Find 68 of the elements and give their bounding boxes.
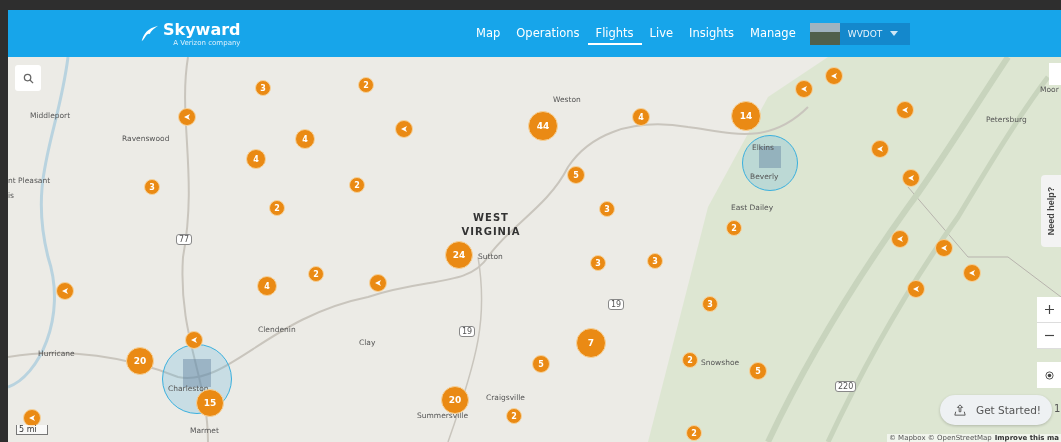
cluster-marker[interactable]: 44 [528, 111, 558, 141]
logo-wordmark: Skyward [163, 20, 241, 39]
cluster-marker[interactable]: 3 [255, 80, 271, 96]
search-icon [22, 72, 34, 84]
search-button[interactable] [15, 65, 41, 91]
nav-link[interactable]: Manage [742, 22, 804, 45]
road-shield: 19 [608, 299, 625, 310]
arrow-icon [27, 413, 37, 423]
nav-link[interactable]: Map [468, 22, 509, 45]
arrow-icon [399, 124, 409, 134]
account-thumbnail [809, 22, 840, 45]
target-icon [1044, 370, 1054, 380]
cluster-marker[interactable]: 24 [445, 241, 473, 269]
help-tab[interactable]: Need help? [1041, 175, 1061, 247]
drone-marker[interactable] [369, 274, 387, 292]
caret-icon [890, 31, 899, 36]
drone-marker[interactable] [23, 409, 41, 427]
cluster-marker[interactable]: 5 [532, 355, 550, 373]
selection-area[interactable] [742, 135, 798, 191]
cluster-marker[interactable]: 2 [308, 266, 324, 282]
nav-link[interactable]: Operations [508, 22, 588, 45]
account-dropdown[interactable]: WVDOT [809, 22, 910, 45]
cluster-marker[interactable]: 7 [576, 328, 606, 358]
cluster-marker[interactable]: 2 [506, 408, 522, 424]
arrow-icon [60, 286, 70, 296]
cluster-marker[interactable]: 2 [358, 77, 374, 93]
drone-marker[interactable] [178, 108, 196, 126]
get-started-button[interactable]: Get Started! [940, 395, 1052, 425]
drone-marker[interactable] [56, 282, 74, 300]
arrow-icon [799, 84, 809, 94]
cluster-marker[interactable]: 14 [731, 101, 761, 131]
arrow-icon [373, 278, 383, 288]
locate-button[interactable] [1037, 362, 1061, 388]
road-shield: 220 [835, 381, 857, 392]
cluster-marker[interactable]: 3 [647, 253, 663, 269]
nav-link[interactable]: Insights [681, 22, 743, 45]
arrow-icon [182, 112, 192, 122]
drone-marker[interactable] [395, 120, 413, 138]
arrow-icon [967, 268, 977, 278]
nav-link[interactable]: Live [641, 22, 682, 45]
arrow-icon [911, 284, 921, 294]
arrow-icon [939, 243, 949, 253]
count-text: 1 [1054, 403, 1061, 414]
cluster-marker[interactable]: 3 [590, 255, 606, 271]
drone-marker[interactable] [185, 331, 203, 349]
cluster-marker[interactable]: 3 [599, 201, 615, 217]
arrow-icon [900, 105, 910, 115]
cluster-marker[interactable]: 4 [246, 149, 266, 169]
cluster-marker[interactable]: 2 [349, 177, 365, 193]
arrow-icon [829, 71, 839, 81]
cluster-marker[interactable]: 3 [144, 179, 160, 195]
arrow-icon [875, 144, 885, 154]
arrow-icon [189, 335, 199, 345]
scale-bar: 5 mi [16, 425, 48, 435]
road-shield: 77 [176, 234, 193, 245]
arrow-icon [906, 173, 916, 183]
road-shield: 19 [459, 326, 476, 337]
nav-link[interactable]: Flights [587, 22, 642, 45]
cluster-marker[interactable]: 4 [295, 129, 315, 149]
state-label: WEST VIRGINIA [460, 211, 522, 239]
cluster-marker[interactable]: 5 [567, 166, 585, 184]
arrow-icon [895, 234, 905, 244]
plus-icon [1044, 305, 1054, 314]
cluster-marker[interactable]: 20 [126, 347, 154, 375]
cluster-marker[interactable]: 4 [632, 108, 650, 126]
cluster-marker[interactable]: 4 [257, 276, 277, 296]
cluster-marker[interactable]: 2 [269, 200, 285, 216]
upload-icon [954, 404, 966, 416]
